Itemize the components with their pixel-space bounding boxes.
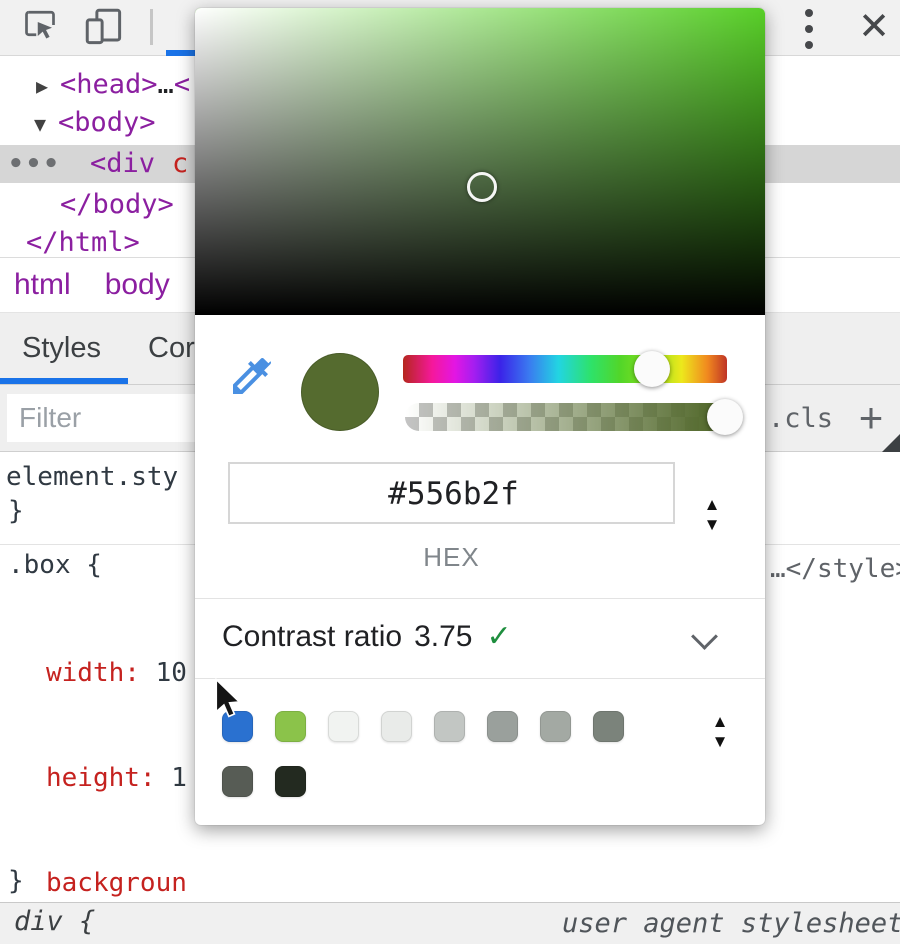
device-toolbar-icon[interactable]	[82, 5, 124, 47]
tab-computed[interactable]: Cor	[148, 313, 195, 384]
contrast-pass-check-icon: ✓	[486, 620, 511, 653]
hex-input[interactable]	[230, 464, 677, 524]
rule-source-link[interactable]: …</style>	[770, 554, 900, 584]
kebab-dot	[805, 9, 813, 17]
tree-row-head[interactable]: ▶<head>…<	[36, 66, 190, 104]
element-style-selector[interactable]: element.sty	[6, 462, 178, 492]
corner-resize-grip	[882, 434, 900, 452]
property-name[interactable]: width:	[46, 658, 140, 688]
saturation-value-gradient[interactable]	[195, 8, 765, 315]
color-position-ring[interactable]	[467, 172, 497, 202]
element-style-close-brace: }	[8, 496, 24, 526]
hex-format-label: HEX	[228, 542, 675, 573]
eyedropper-icon[interactable]	[227, 352, 275, 400]
contrast-value: 3.75	[414, 620, 472, 653]
property-value[interactable]: 1	[156, 763, 187, 793]
property-name[interactable]: height:	[46, 763, 156, 793]
spinner-down-icon[interactable]: ▼	[704, 515, 721, 535]
body-close-tag: </body>	[60, 189, 174, 220]
current-color-circle	[301, 353, 379, 431]
palette-swatch-gray[interactable]	[434, 711, 465, 742]
chevron-down-icon[interactable]	[691, 623, 718, 650]
collapse-arrow-icon[interactable]: ▼	[34, 105, 58, 143]
contrast-section[interactable]: Contrast ratio 3.75 ✓	[195, 598, 765, 678]
html-close-tag: </html>	[26, 227, 140, 258]
head-close-tag-partial: <	[174, 69, 190, 100]
spinner-down-icon[interactable]: ▼	[712, 732, 729, 752]
gutter-dots-icon[interactable]: •••	[8, 145, 61, 183]
palette-pager-spinner[interactable]: ▲ ▼	[703, 712, 737, 751]
hex-input-box	[228, 462, 675, 524]
palette-swatch-white[interactable]	[328, 711, 359, 742]
hue-slider-knob[interactable]	[634, 351, 670, 387]
breadcrumb-html[interactable]: html	[14, 268, 71, 302]
toggle-element-classes-button[interactable]: .cls	[768, 385, 833, 451]
ua-rule-selector: div {	[14, 906, 95, 937]
palette-swatch-mid-gray2[interactable]	[540, 711, 571, 742]
color-format-spinner[interactable]: ▲ ▼	[695, 495, 729, 534]
hue-slider[interactable]	[403, 355, 727, 383]
palette-swatch-blue[interactable]	[222, 711, 253, 742]
div-attr-partial: c	[172, 148, 188, 179]
div-open-tag: <div	[90, 148, 155, 179]
palette-swatch-mid-gray[interactable]	[487, 711, 518, 742]
inspect-element-icon[interactable]	[22, 7, 58, 43]
rule-selector[interactable]: .box {	[8, 550, 102, 580]
ua-stylesheet-label: user agent stylesheet	[562, 908, 900, 939]
rule-close-brace: }	[8, 866, 24, 896]
head-open-tag: <head>	[60, 69, 158, 100]
tree-row-body-close[interactable]: </body>	[60, 186, 174, 224]
expand-arrow-icon[interactable]: ▶	[36, 67, 60, 105]
spinner-up-icon[interactable]: ▲	[712, 712, 729, 732]
devtools-window: ✕ ▶<head>…< ▼<body> ••• <divc </body> </…	[0, 0, 900, 944]
user-agent-rule-bar: div { user agent stylesheet	[0, 902, 900, 944]
head-ellipsis[interactable]: …	[158, 69, 174, 100]
close-devtools-button[interactable]: ✕	[850, 0, 898, 52]
palette-swatch-black[interactable]	[275, 766, 306, 797]
palette-section: ▲ ▼	[195, 678, 765, 825]
kebab-dot	[805, 41, 813, 49]
contrast-ratio-text: Contrast ratio 3.75 ✓	[222, 619, 512, 654]
contrast-label: Contrast ratio	[222, 620, 402, 653]
property-name[interactable]: backgroun	[46, 868, 187, 898]
palette-swatch-charcoal[interactable]	[222, 766, 253, 797]
css-property-background[interactable]: backgroun	[46, 866, 296, 901]
toolbar-separator	[150, 9, 153, 45]
color-picker-popup: ▲ ▼ HEX Contrast ratio 3.75 ✓ ▲ ▼	[195, 8, 765, 825]
palette-swatch-light-gray[interactable]	[381, 711, 412, 742]
more-options-menu-button[interactable]	[801, 9, 817, 49]
tree-row-body[interactable]: ▼<body>	[34, 104, 156, 142]
body-open-tag: <body>	[58, 107, 156, 138]
gradient-black-overlay	[195, 8, 765, 315]
spinner-up-icon[interactable]: ▲	[704, 495, 721, 515]
palette-swatch-dark-gray[interactable]	[593, 711, 624, 742]
alpha-slider-knob[interactable]	[707, 399, 743, 435]
palette-swatch-green[interactable]	[275, 711, 306, 742]
breadcrumb-body[interactable]: body	[105, 268, 170, 302]
property-value[interactable]: 10	[140, 658, 187, 688]
kebab-dot	[805, 25, 813, 33]
alpha-slider[interactable]	[405, 403, 736, 431]
tab-styles[interactable]: Styles	[22, 313, 101, 384]
